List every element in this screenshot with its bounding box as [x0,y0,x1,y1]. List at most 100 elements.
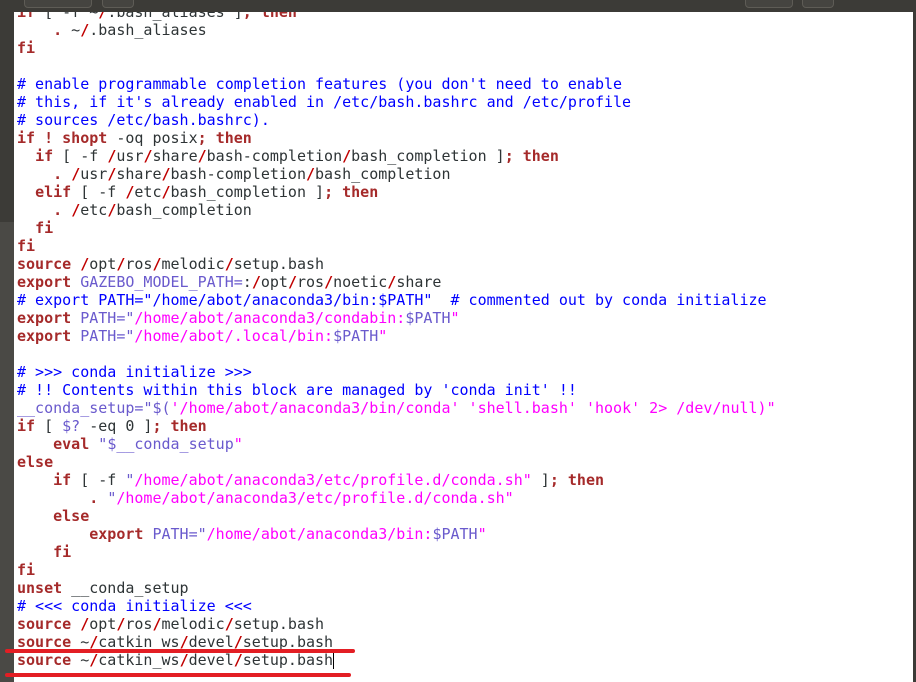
code-line[interactable]: # export PATH="/home/abot/anaconda3/bin:… [17,291,912,309]
code-token: / [233,651,243,669]
code-line[interactable]: fi [17,219,912,237]
code-line[interactable]: export PATH= " /home/abot/.local/bin:$PATH… [17,327,912,345]
code-token: then [567,471,605,489]
code-token: / [179,651,189,669]
code-token: " [522,471,532,489]
window-title-bar [0,0,916,12]
code-line[interactable]: unset __conda_setup [17,579,912,597]
code-line[interactable]: fi [17,237,912,255]
code-token: . [53,165,63,183]
code-token: " [504,489,514,507]
red-underline-annotation [5,649,355,653]
code-line[interactable]: . "/home/abot/anaconda3/etc/profile.d/co… [17,489,912,507]
toolbar-button[interactable] [102,0,134,8]
code-token: opt [89,615,117,633]
code-line[interactable]: if ! shopt -oq posix; then [17,129,912,147]
code-token: / [71,201,81,219]
code-line[interactable]: eval "$__conda_setup" [17,435,912,453]
code-line[interactable]: __conda_setup= " $('/home/abot/anaconda3/b… [17,399,912,417]
code-token: . [89,489,99,507]
code-token: ros [125,615,153,633]
code-token: bash_completion ] [351,147,505,165]
code-line[interactable]: export PATH= " /home/abot/anaconda3/condab… [17,309,912,327]
code-line[interactable]: export GAZEBO_MODEL_PATH=:/opt/ros/noeti… [17,273,912,291]
code-token: bash_completion [116,201,252,219]
code-token: PATH= [152,525,198,543]
code-token: bash-completion [170,165,306,183]
code-token: source [17,651,72,669]
code-line[interactable]: if [ -f "/home/abot/anaconda3/etc/profil… [17,471,912,489]
code-token: / [224,615,234,633]
code-token: # export PATH="/home/abot/anaconda3/bin:… [17,291,767,309]
code-line[interactable]: . ~/.bash_aliases [17,21,912,39]
code-line[interactable]: # enable programmable completion feature… [17,75,912,93]
code-token: share [116,165,162,183]
code-line[interactable] [17,345,912,363]
code-token: GAZEBO_MODEL_PATH= [80,273,243,291]
code-token: ; [324,183,334,201]
code-line[interactable]: . /etc/bash_completion [17,201,912,219]
code-token: : [242,273,252,291]
code-line[interactable] [17,57,912,75]
code-token: export [17,273,72,291]
code-token: opt [89,255,117,273]
code-token: # this, if it's already enabled in /etc/… [17,93,632,111]
toolbar-button[interactable] [802,0,834,8]
code-token: devel [188,651,234,669]
code-line[interactable]: if [ $? -eq 0 ]; then [17,417,912,435]
code-line[interactable]: source /opt/ros/melodic/setup.bash [17,255,912,273]
code-line[interactable]: else [17,507,912,525]
text-caret [333,652,335,669]
code-token: source [17,255,72,273]
code-token: ; [152,417,162,435]
code-token: / [89,651,99,669]
code-token: /home/abot/.local/bin: [134,327,334,345]
toolbar-button[interactable] [24,0,92,8]
code-token: etc [134,183,162,201]
code-token: / [224,255,234,273]
code-line[interactable]: # <<< conda initialize <<< [17,597,912,615]
code-token: / [80,615,90,633]
code-token: usr [80,165,108,183]
code-token: / [152,615,162,633]
code-line[interactable]: if [ -f /usr/share/bash-completion/bash_… [17,147,912,165]
code-line[interactable]: fi [17,543,912,561]
code-line[interactable]: # !! Contents within this block are mana… [17,381,912,399]
code-line[interactable]: # >>> conda initialize >>> [17,363,912,381]
code-token: then [522,147,559,165]
code-token: catkin_ws [98,651,180,669]
code-token: bash-completion [206,147,343,165]
code-line[interactable]: # this, if it's already enabled in /etc/… [17,93,912,111]
code-token: / [107,201,117,219]
code-token: export [17,309,72,327]
code-line[interactable]: # sources /etc/bash.bashrc). [17,111,912,129]
code-token: setup.bash [242,651,334,669]
code-line[interactable]: elif [ -f /etc/bash_completion ]; then [17,183,912,201]
red-underline-annotation [5,673,351,677]
code-line[interactable]: fi [17,561,912,579]
code-token: . [53,201,63,219]
code-token: " [378,327,388,345]
code-line[interactable]: source /opt/ros/melodic/setup.bash [17,615,912,633]
code-token: # enable programmable completion feature… [17,75,623,93]
code-line[interactable]: . /usr/share/bash-completion/bash_comple… [17,165,912,183]
toolbar-button[interactable] [745,0,793,8]
code-line[interactable]: source ~/catkin_ws/devel/setup.bash [17,651,912,669]
code-line[interactable]: fi [17,39,912,57]
code-line[interactable]: export PATH="/home/abot/anaconda3/bin:$P… [17,525,912,543]
code-token: $( [152,399,171,417]
code-line[interactable]: else [17,453,912,471]
text-editor[interactable]: if [ -f ~/.bash_aliases ]; then . ~/.bas… [17,3,912,682]
code-token: if [17,129,36,147]
code-token: ; [504,147,514,165]
